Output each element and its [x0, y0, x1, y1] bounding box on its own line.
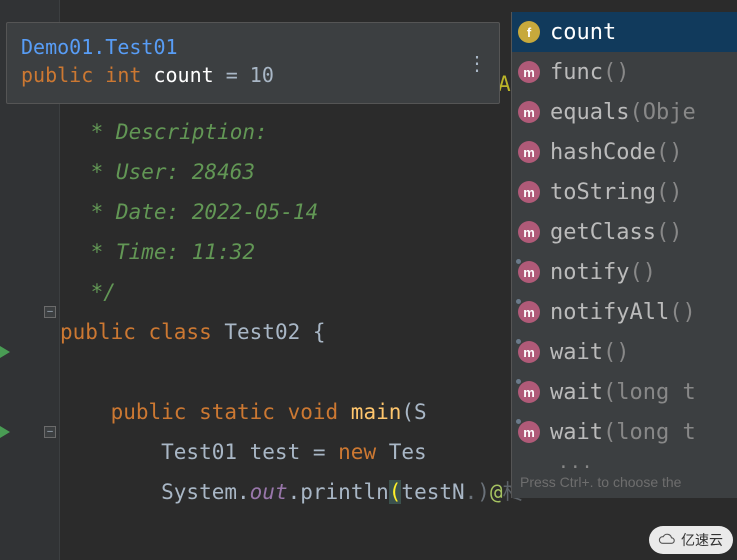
completion-item-name: equals — [550, 100, 629, 125]
method-badge-icon: m — [518, 421, 540, 443]
method-badge-icon: m — [518, 141, 540, 163]
completion-item[interactable]: m toString() — [512, 172, 737, 212]
completion-item-name: getClass — [550, 220, 656, 245]
completion-item-params: () — [656, 220, 683, 245]
completion-item-params: () — [603, 340, 630, 365]
method-badge-icon: m — [518, 181, 540, 203]
method-badge-icon: m — [518, 341, 540, 363]
completion-item-name: hashCode — [550, 140, 656, 165]
field-badge-icon: f — [518, 21, 540, 43]
lock-pin-icon — [515, 258, 522, 265]
method-badge-icon: m — [518, 101, 540, 123]
lock-pin-icon — [515, 378, 522, 385]
completion-item-params: (long t — [603, 420, 696, 445]
completion-item[interactable]: m getClass() — [512, 212, 737, 252]
lock-pin-icon — [515, 298, 522, 305]
completion-item-name: notify — [550, 260, 629, 285]
completion-item-name: wait — [550, 380, 603, 405]
completion-item-name: wait — [550, 340, 603, 365]
cloud-icon — [655, 533, 677, 547]
watermark: 亿速云 — [649, 526, 733, 554]
method-badge-icon: m — [518, 261, 540, 283]
completion-item-params: () — [656, 140, 683, 165]
tooltip-signature: public int count = 10 — [21, 63, 485, 87]
method-badge-icon: m — [518, 301, 540, 323]
completion-item[interactable]: mwait(long t — [512, 372, 737, 412]
completion-item[interactable]: mwait() — [512, 332, 737, 372]
completion-item-name: wait — [550, 420, 603, 445]
method-badge-icon: m — [518, 381, 540, 403]
completion-item-name: toString — [550, 180, 656, 205]
completion-item[interactable]: fcount — [512, 12, 737, 52]
completion-item-params: () — [669, 300, 696, 325]
lock-pin-icon — [515, 418, 522, 425]
completion-item-params: (long t — [603, 380, 696, 405]
completion-item[interactable]: m hashCode() — [512, 132, 737, 172]
quick-doc-tooltip: Demo01.Test01 public int count = 10 ⋮ — [6, 22, 500, 104]
method-badge-icon: m — [518, 221, 540, 243]
completion-item-name: func — [550, 60, 603, 85]
completion-hint: Press Ctrl+. to choose the — [512, 468, 737, 498]
more-vert-icon[interactable]: ⋮ — [467, 51, 487, 75]
tooltip-title: Demo01.Test01 — [21, 35, 485, 59]
watermark-text: 亿速云 — [681, 530, 723, 550]
completion-item[interactable]: mequals(Obje — [512, 92, 737, 132]
completion-item[interactable]: mnotify() — [512, 252, 737, 292]
completion-item-params: () — [603, 60, 630, 85]
completion-popup[interactable]: fcountmfunc()mequals(ObjemhashCode()mtoS… — [511, 12, 737, 498]
completion-item-params: () — [629, 260, 656, 285]
completion-item-params: () — [656, 180, 683, 205]
completion-item[interactable]: mwait(long t — [512, 412, 737, 452]
completion-item-name: notifyAll — [550, 300, 669, 325]
method-badge-icon: m — [518, 61, 540, 83]
completion-item-params: (Obje — [629, 100, 695, 125]
lock-pin-icon — [515, 338, 522, 345]
completion-more-indicator: ... — [512, 452, 737, 468]
completion-item[interactable]: m notifyAll() — [512, 292, 737, 332]
completion-item-name: count — [550, 20, 616, 45]
completion-item[interactable]: mfunc() — [512, 52, 737, 92]
